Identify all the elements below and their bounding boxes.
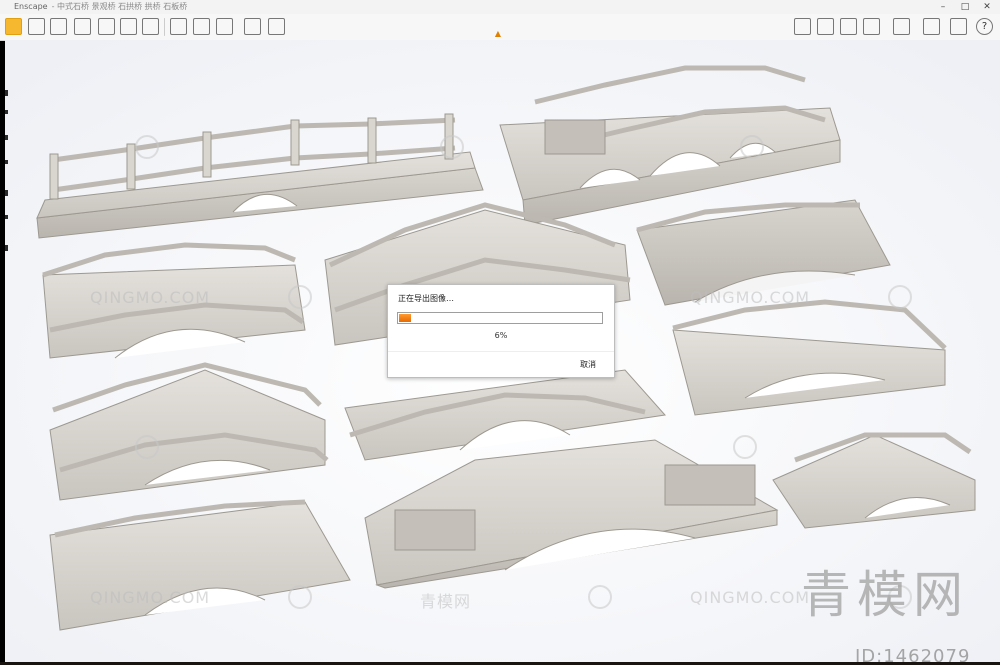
screenshot-icon[interactable]: [120, 18, 137, 35]
export-progress-dialog: 正在导出图像… 6% 取消: [387, 284, 615, 378]
watermark-logo-icon: [288, 585, 312, 609]
feedback-icon[interactable]: [950, 18, 967, 35]
cancel-button[interactable]: 取消: [580, 359, 596, 370]
walk-icon[interactable]: [28, 18, 45, 35]
watermark-logo-icon: [588, 585, 612, 609]
watermark-logo-icon: [135, 135, 159, 159]
maximize-button[interactable]: □: [954, 0, 976, 14]
watermark-logo-icon: [888, 285, 912, 309]
watermark-logo-icon: [440, 135, 464, 159]
watermark-logo-icon: [740, 135, 764, 159]
watermark-text: QINGMO.COM: [90, 288, 211, 307]
watermark-text: QINGMO.COM: [690, 288, 811, 307]
export-icon[interactable]: [193, 18, 210, 35]
watermark-text: 青模网: [420, 592, 472, 611]
dialog-divider: [388, 351, 614, 352]
building-icon[interactable]: [98, 18, 115, 35]
dialog-title: 正在导出图像…: [398, 294, 454, 303]
watermark-brand: 青模网: [801, 566, 969, 624]
progress-percent: 6%: [494, 331, 508, 340]
visual-settings-icon[interactable]: [817, 18, 834, 35]
share-icon[interactable]: [268, 18, 285, 35]
batch-icon[interactable]: [244, 18, 261, 35]
minimize-button[interactable]: –: [932, 0, 954, 14]
progress-bar: [397, 312, 603, 324]
chevron-up-icon[interactable]: ▲: [493, 30, 503, 38]
vr-icon[interactable]: [893, 18, 910, 35]
window-title: Enscape - 中式石桥 景观桥 石拱桥 拱桥 石板桥: [14, 2, 188, 11]
watermark-logo-icon: [135, 435, 159, 459]
watermark-text: QINGMO.COM: [90, 588, 211, 607]
watermark-logo-icon: [288, 285, 312, 309]
help-icon[interactable]: ?: [976, 18, 993, 35]
panorama-icon[interactable]: [170, 18, 187, 35]
progress-fill: [399, 314, 411, 322]
watermark-id: ID:1462079: [855, 646, 971, 662]
toolbar-separator: [164, 18, 165, 36]
title-bar: Enscape - 中式石桥 景观桥 石拱桥 拱桥 石板桥 – □ ✕: [0, 0, 1000, 15]
watermark-text: QINGMO.COM: [690, 588, 811, 607]
home-icon[interactable]: [5, 18, 22, 35]
view-icon[interactable]: [74, 18, 91, 35]
material-icon[interactable]: [840, 18, 857, 35]
render-icon[interactable]: [216, 18, 233, 35]
settings-icon[interactable]: [923, 18, 940, 35]
close-button[interactable]: ✕: [976, 0, 998, 14]
sync-icon[interactable]: [863, 18, 880, 35]
video-icon[interactable]: [142, 18, 159, 35]
fly-icon[interactable]: [50, 18, 67, 35]
asset-library-icon[interactable]: [794, 18, 811, 35]
watermark-logo-icon: [733, 435, 757, 459]
